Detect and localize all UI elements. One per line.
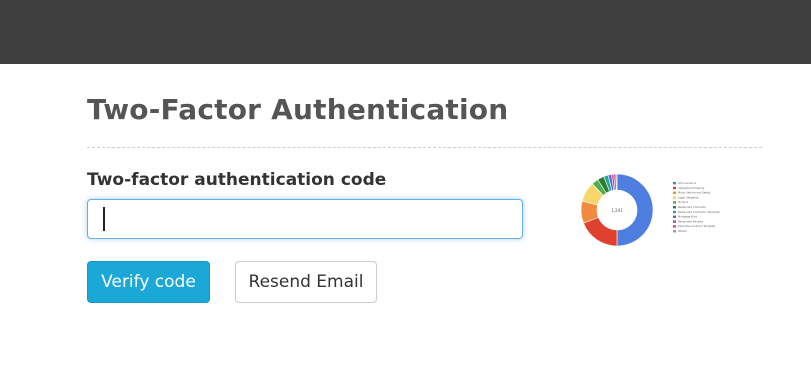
legend-label: Mortgage Bind [678, 215, 697, 219]
legend-label: Restaurant Recipes [678, 219, 704, 223]
legend-label: Legal Obligation [678, 195, 699, 199]
code-field-label: Two-factor authentication code [87, 170, 387, 190]
legend-swatch [673, 201, 676, 204]
legend-swatch [673, 206, 676, 209]
verify-code-button[interactable]: Verify code [87, 261, 210, 303]
two-factor-code-input[interactable] [87, 199, 523, 239]
legend-swatch [673, 186, 676, 190]
legend-swatch [673, 182, 676, 185]
legend-swatch [673, 191, 676, 194]
donut-slice [615, 173, 618, 191]
legend-swatch [673, 215, 676, 218]
donut-slice [583, 216, 618, 247]
legend-label: Executive Contract Template [678, 224, 716, 228]
legend-swatch [673, 220, 676, 223]
legend-label: ID Docs [678, 200, 689, 204]
top-navigation-bar [0, 0, 811, 64]
legend-label: Restaurant Contracts [678, 205, 706, 209]
resend-email-button[interactable]: Resend Email [235, 261, 377, 303]
legend-swatch [673, 230, 676, 233]
text-cursor [103, 207, 105, 231]
legend-swatch [673, 210, 676, 214]
donut-center-label: 1,241 [611, 208, 623, 213]
page-title: Two-Factor Authentication [87, 93, 509, 126]
donut-chart-thumbnail: 1,241 Life InsuranceIntellectual Propert… [580, 173, 720, 247]
legend-label: Others [678, 229, 687, 233]
title-divider [87, 147, 762, 148]
legend-label: Life Insurance [678, 181, 697, 185]
legend-label: Intellectual Property [678, 186, 705, 190]
legend-swatch [673, 196, 676, 199]
legend-label: Motor Vehicle and Safety [678, 191, 711, 195]
legend-swatch [673, 225, 676, 228]
chart-legend: Life InsuranceIntellectual PropertyMotor… [673, 181, 720, 233]
legend-label: Restaurant Contractor Template [678, 210, 720, 214]
